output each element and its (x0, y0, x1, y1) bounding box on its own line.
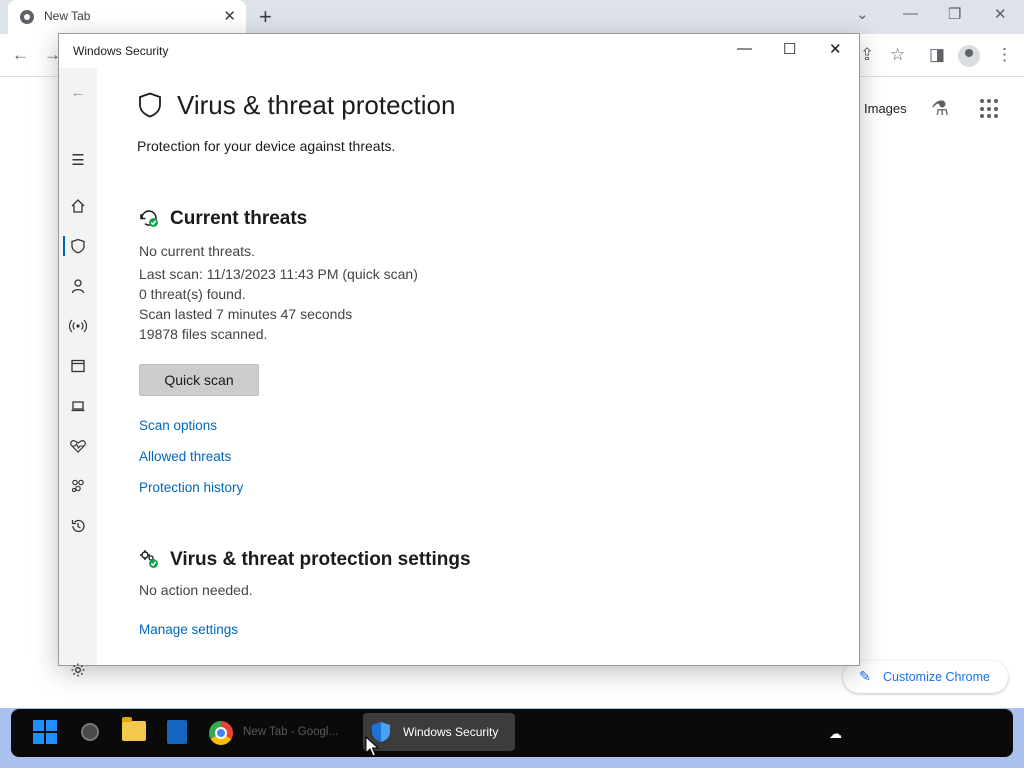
windows-security-taskbar-label: Windows Security (403, 725, 499, 739)
history-icon[interactable] (59, 514, 97, 538)
tab-title: New Tab (44, 9, 91, 23)
allowed-threats-link[interactable]: Allowed threats (139, 449, 231, 464)
window-title: Windows Security (73, 44, 169, 58)
side-panel-icon[interactable]: ◨ (929, 45, 945, 65)
menu-icon[interactable]: ☰ (59, 148, 97, 172)
home-icon[interactable] (59, 194, 97, 218)
chrome-tabstrip: New Tab ✕ + ⌄ — ❐ ✕ (0, 0, 1024, 34)
labs-flask-icon[interactable]: ⚗ (931, 96, 949, 121)
health-icon[interactable] (59, 434, 97, 458)
minimize-button[interactable]: — (737, 40, 752, 57)
account-icon[interactable] (59, 274, 97, 298)
device-security-icon[interactable] (59, 394, 97, 418)
bookmark-star-icon[interactable]: ☆ (890, 45, 905, 65)
chrome-menu-icon[interactable]: ⋮ (996, 45, 1013, 65)
chrome-taskbar-label[interactable]: New Tab - Googl... (243, 726, 338, 738)
chrome-minimize-icon[interactable]: — (903, 5, 918, 22)
search-taskbar-icon[interactable] (81, 723, 99, 741)
close-button[interactable]: ✕ (829, 40, 842, 58)
sidebar: ← ☰ (59, 68, 97, 677)
protection-history-link[interactable]: Protection history (139, 480, 243, 495)
tab-close-icon[interactable]: ✕ (223, 7, 236, 25)
customize-chrome-button[interactable]: ✎ Customize Chrome (843, 661, 1008, 693)
store-icon[interactable] (167, 720, 187, 744)
chrome-taskbar-icon[interactable] (209, 721, 233, 745)
start-windows-icon[interactable] (33, 720, 57, 744)
shield-icon[interactable] (59, 234, 97, 258)
scan-options-link[interactable]: Scan options (139, 418, 217, 433)
onedrive-tray-icon[interactable]: ☁ (829, 726, 842, 742)
settings-gears-icon (140, 550, 158, 568)
chrome-restore-icon[interactable]: ❐ (948, 5, 961, 23)
app-browser-icon[interactable] (59, 354, 97, 378)
windows-security-window: Windows Security — ☐ ✕ ← ☰ (58, 33, 860, 677)
file-explorer-icon[interactable] (122, 717, 146, 741)
settings-heading: Virus & threat protection settings (170, 549, 471, 570)
pencil-icon: ✎ (859, 668, 871, 684)
status-scan-duration: Scan lasted 7 minutes 47 seconds (139, 306, 353, 322)
back-icon[interactable]: ← (59, 80, 97, 104)
status-no-threats: No current threats. (139, 243, 255, 259)
mouse-cursor-icon (365, 736, 379, 757)
threats-scan-icon (140, 210, 158, 227)
family-icon[interactable] (59, 474, 97, 498)
taskbar: New Tab - Googl... Windows Security ☁ (11, 709, 1013, 757)
windows-security-taskbar-button[interactable]: Windows Security (363, 713, 515, 751)
current-threats-heading: Current threats (170, 208, 308, 229)
maximize-button[interactable]: ☐ (783, 40, 796, 58)
customize-chrome-label: Customize Chrome (883, 670, 990, 684)
manage-settings-link[interactable]: Manage settings (139, 622, 238, 637)
quick-scan-button[interactable]: Quick scan (139, 364, 259, 396)
page-subtitle: Protection for your device against threa… (137, 138, 396, 154)
back-arrow-icon[interactable]: ← (12, 45, 29, 65)
share-icon[interactable]: ⇪ (860, 45, 874, 65)
settings-status: No action needed. (139, 582, 253, 598)
chrome-close-icon[interactable]: ✕ (994, 5, 1007, 23)
status-files-scanned: 19878 files scanned. (139, 326, 268, 342)
chrome-favicon-icon (20, 10, 34, 24)
profile-avatar[interactable] (958, 45, 980, 67)
google-apps-icon[interactable] (980, 99, 1000, 119)
status-last-scan: Last scan: 11/13/2023 11:43 PM (quick sc… (139, 266, 418, 282)
images-link[interactable]: Images (864, 101, 907, 116)
status-threats-found: 0 threat(s) found. (139, 286, 246, 302)
page-shield-icon (139, 92, 161, 118)
new-tab-button[interactable]: + (259, 4, 272, 30)
network-icon[interactable] (59, 314, 97, 338)
chrome-tab-new-tab[interactable]: New Tab ✕ (8, 0, 246, 34)
tab-search-icon[interactable]: ⌄ (856, 5, 869, 23)
page-title: Virus & threat protection (177, 90, 456, 120)
settings-gear-icon[interactable] (59, 658, 97, 682)
